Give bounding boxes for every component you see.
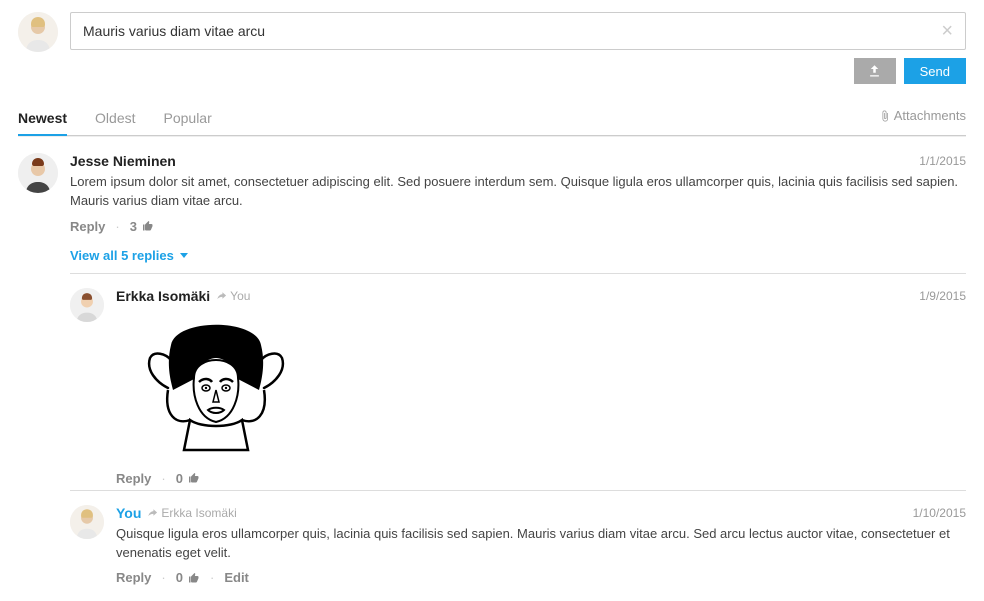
commenter-avatar bbox=[18, 153, 58, 193]
reply-button[interactable]: Reply bbox=[116, 471, 151, 486]
reply-to: Erkka Isomäki bbox=[147, 506, 236, 520]
composer-box[interactable]: × bbox=[70, 12, 966, 50]
chevron-down-icon bbox=[180, 253, 188, 258]
reply-avatar bbox=[70, 288, 104, 322]
thumbs-up-icon bbox=[188, 572, 200, 584]
reply: Erkka Isomäki You 1/9/2015 bbox=[70, 273, 966, 490]
attachments-label: Attachments bbox=[894, 108, 966, 123]
close-icon[interactable]: × bbox=[941, 21, 953, 41]
thumbs-up-icon bbox=[142, 220, 154, 232]
reply-button[interactable]: Reply bbox=[70, 219, 105, 234]
tab-oldest[interactable]: Oldest bbox=[95, 102, 135, 136]
edit-button[interactable]: Edit bbox=[224, 570, 249, 585]
comment: Jesse Nieminen 1/1/2015 Lorem ipsum dolo… bbox=[18, 136, 966, 234]
reply-to-name: You bbox=[230, 289, 250, 303]
upload-button[interactable] bbox=[854, 58, 896, 84]
view-all-label: View all 5 replies bbox=[70, 248, 174, 263]
like-button[interactable]: 3 bbox=[130, 219, 154, 234]
comment-author[interactable]: Jesse Nieminen bbox=[70, 153, 176, 169]
like-button[interactable]: 0 bbox=[176, 570, 200, 585]
paperclip-icon bbox=[879, 110, 891, 122]
reply-author[interactable]: Erkka Isomäki bbox=[116, 288, 210, 304]
reply-arrow-icon bbox=[147, 507, 158, 518]
tab-popular[interactable]: Popular bbox=[164, 102, 212, 136]
upload-icon bbox=[867, 64, 882, 79]
reply-date: 1/9/2015 bbox=[919, 289, 966, 303]
reply-date: 1/10/2015 bbox=[913, 506, 966, 520]
composer-avatar bbox=[18, 12, 58, 52]
tabs: Newest Oldest Popular Attachments bbox=[18, 102, 966, 136]
like-count: 3 bbox=[130, 219, 137, 234]
comment-date: 1/1/2015 bbox=[919, 154, 966, 168]
tab-newest[interactable]: Newest bbox=[18, 102, 67, 136]
like-count: 0 bbox=[176, 570, 183, 585]
reply-to: You bbox=[216, 289, 250, 303]
reply-button[interactable]: Reply bbox=[116, 570, 151, 585]
like-count: 0 bbox=[176, 471, 183, 486]
reply-author[interactable]: You bbox=[116, 505, 141, 521]
reply-avatar bbox=[70, 505, 104, 539]
send-button[interactable]: Send bbox=[904, 58, 966, 84]
reply: You Erkka Isomäki 1/10/2015 Quisque ligu… bbox=[70, 490, 966, 590]
composer-input[interactable] bbox=[83, 23, 941, 39]
reply-arrow-icon bbox=[216, 290, 227, 301]
thumbs-up-icon bbox=[188, 472, 200, 484]
attached-image bbox=[116, 310, 966, 463]
view-all-replies[interactable]: View all 5 replies bbox=[70, 248, 188, 263]
reply-to-name: Erkka Isomäki bbox=[161, 506, 236, 520]
comment-text: Lorem ipsum dolor sit amet, consectetuer… bbox=[70, 173, 966, 211]
attachments-link[interactable]: Attachments bbox=[879, 108, 966, 129]
like-button[interactable]: 0 bbox=[176, 471, 200, 486]
reply-text: Quisque ligula eros ullamcorper quis, la… bbox=[116, 525, 966, 563]
